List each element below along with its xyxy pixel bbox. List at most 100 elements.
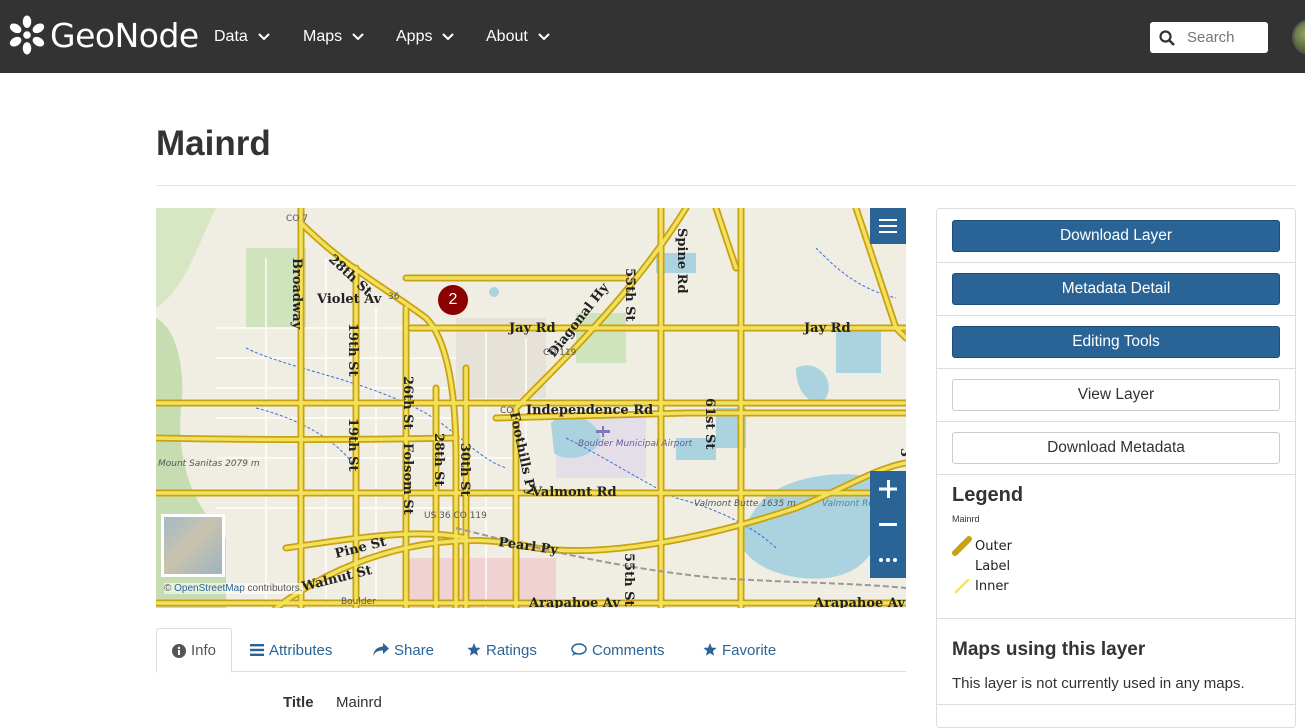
map-viewer[interactable]: 28th St Broadway Violet Av Jay Rd Jay Rd… [156, 208, 906, 608]
sidebar-row: View Layer [937, 369, 1295, 422]
brand-link[interactable]: GeoNode [8, 13, 199, 57]
zoom-in-button[interactable] [870, 471, 906, 507]
plus-icon [879, 480, 897, 498]
legend-item-label: Outer [975, 538, 1012, 554]
tab-label: Attributes [269, 641, 333, 659]
download-layer-button[interactable]: Download Layer [952, 220, 1280, 252]
zoom-out-button[interactable] [870, 507, 906, 543]
annotation-marker: 2 [438, 285, 468, 315]
map-label: CO 119 [543, 348, 577, 358]
map-label: 3 [897, 448, 906, 457]
info-title-label: Title [283, 694, 314, 711]
sidebar-row: Metadata Detail [937, 263, 1295, 316]
hamburger-icon [879, 219, 897, 233]
maps-using-title: Maps using this layer [952, 639, 1146, 660]
map-label: CO [500, 406, 513, 416]
share-icon [373, 643, 389, 656]
search-box [1150, 22, 1268, 53]
map-label: US 36 CO 119 [424, 511, 487, 521]
legend-title: Legend [952, 484, 1024, 506]
tab-info[interactable]: Info [156, 628, 233, 673]
editing-tools-button[interactable]: Editing Tools [952, 326, 1280, 358]
attribution-suffix: contributors. [244, 583, 303, 594]
map-label: Spine Rd [674, 228, 689, 294]
map-label: Mount Sanitas 2079 m [158, 459, 260, 469]
osm-link[interactable]: OpenStreetMap [174, 583, 245, 594]
page-title: Mainrd [156, 124, 271, 163]
map-label: 19th St [345, 323, 360, 376]
geonode-logo-icon [9, 15, 45, 55]
comment-icon [571, 643, 587, 656]
map-label: Arapahoe Av [528, 596, 620, 608]
layer-sidebar: Download Layer Metadata Detail Editing T… [936, 208, 1296, 728]
legend-item: Outer [952, 536, 1012, 556]
list-icon [250, 644, 264, 656]
nav-menu-maps[interactable]: Maps [303, 28, 364, 46]
info-title-value: Mainrd [336, 694, 382, 711]
nav-menu-label: Data [214, 28, 248, 45]
search-icon [1159, 29, 1175, 46]
nav-menu-label: About [486, 28, 528, 45]
legend-layer-name: Mainrd [952, 514, 980, 524]
tab-label: Info [191, 642, 217, 659]
map-label: 36 [388, 292, 400, 302]
map-menu-button[interactable] [870, 208, 906, 244]
map-label: Boulder Municipal Airport [578, 439, 693, 449]
overview-map[interactable] [161, 514, 225, 577]
map-label: 19th St [345, 418, 360, 471]
nav-menu-data[interactable]: Data [214, 28, 270, 46]
outer-line-swatch-icon [952, 536, 972, 556]
map-label: 30th St [457, 443, 472, 496]
tab-label: Share [394, 641, 435, 659]
sidebar-row: Download Layer [937, 209, 1295, 263]
legend-item: Inner [952, 576, 1009, 596]
map-label: Broadway [289, 258, 304, 330]
nav-menu-about[interactable]: About [486, 28, 550, 46]
legend-item-label: Inner [975, 578, 1009, 594]
nav-menu-label: Maps [303, 28, 343, 45]
map-label: Jay Rd [508, 321, 556, 336]
tab-comments[interactable]: Comments [571, 628, 665, 672]
star-icon [467, 643, 481, 656]
sidebar-row: Download Metadata [937, 422, 1295, 475]
map-label: 28th St [431, 433, 446, 486]
download-metadata-button[interactable]: Download Metadata [952, 432, 1280, 464]
map-more-button[interactable] [870, 542, 906, 578]
inner-line-swatch-icon [954, 578, 970, 594]
search-input[interactable] [1185, 28, 1265, 47]
user-avatar[interactable] [1292, 19, 1305, 55]
map-label: Folsom St [400, 443, 415, 515]
sidebar-divider [937, 704, 1295, 705]
tab-label: Ratings [486, 641, 537, 659]
view-layer-button[interactable]: View Layer [952, 379, 1280, 411]
chevron-down-icon [352, 33, 364, 41]
nav-menu-apps[interactable]: Apps [396, 28, 455, 46]
nav-menu-label: Apps [396, 28, 433, 45]
map-label: Jay Rd [803, 321, 851, 336]
chevron-down-icon [538, 33, 550, 41]
map-label: Boulder [341, 597, 376, 607]
top-navbar: GeoNode Data Maps Apps About [0, 0, 1305, 73]
star-icon [703, 643, 717, 656]
map-label: 61st St [702, 398, 717, 449]
label-swatch [952, 556, 972, 576]
map-label: Violet Av [316, 292, 382, 307]
map-label: Valmont Rd [531, 485, 617, 500]
map-label: 26th St [400, 376, 415, 429]
tab-attributes[interactable]: Attributes [250, 628, 332, 672]
tab-favorite[interactable]: Favorite [703, 628, 776, 672]
map-canvas[interactable]: 28th St Broadway Violet Av Jay Rd Jay Rd… [156, 208, 906, 608]
chevron-down-icon [258, 33, 270, 41]
title-divider [156, 185, 1296, 186]
maps-using-text: This layer is not currently used in any … [952, 675, 1245, 692]
map-label: Valmont Butte 1635 m [694, 499, 796, 509]
map-label: Arapahoe Av [813, 596, 905, 608]
layer-tabs: Info Attributes Share Ratings Comments F… [156, 628, 906, 673]
sidebar-divider [937, 618, 1295, 619]
tab-ratings[interactable]: Ratings [467, 628, 537, 672]
metadata-detail-button[interactable]: Metadata Detail [952, 273, 1280, 305]
legend-item: Label [952, 556, 1010, 576]
tab-share[interactable]: Share [373, 628, 434, 672]
tab-label: Comments [592, 641, 665, 659]
minus-icon [879, 523, 897, 526]
